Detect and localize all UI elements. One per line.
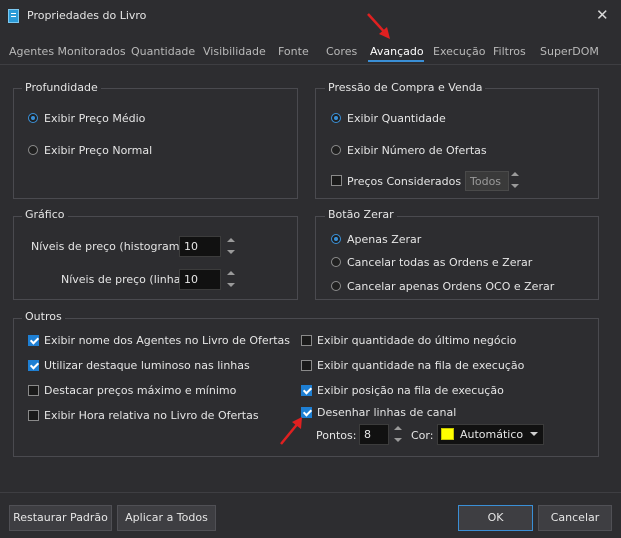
checkbox-destacar-precos[interactable]: [28, 385, 39, 396]
spin-up-icon[interactable]: [227, 271, 235, 275]
precos-considerados-input[interactable]: Todos: [465, 171, 509, 191]
label-posicao-fila[interactable]: Exibir posição na fila de execução: [317, 384, 504, 397]
group-title-pressao: Pressão de Compra e Venda: [325, 82, 486, 94]
label-apenas-zerar[interactable]: Apenas Zerar: [347, 233, 421, 246]
label-niveis-linha: Níveis de preço (linha):: [61, 273, 189, 286]
tab-visibilidade[interactable]: Visibilidade: [203, 45, 266, 58]
checkbox-exibir-nome-agentes[interactable]: [28, 335, 39, 346]
label-cancelar-ordens-oco[interactable]: Cancelar apenas Ordens OCO e Zerar: [347, 280, 554, 293]
spin-down-icon[interactable]: [227, 283, 235, 287]
tab-execucao[interactable]: Execução: [433, 45, 485, 58]
chevron-down-icon[interactable]: [530, 432, 538, 436]
label-destacar-precos[interactable]: Destacar preços máximo e mínimo: [44, 384, 236, 397]
label-precos-considerados[interactable]: Preços Considerados: [347, 175, 461, 188]
radio-apenas-zerar[interactable]: [331, 234, 341, 244]
label-niveis-histograma: Níveis de preço (histograma):: [31, 240, 195, 253]
spin-up-icon[interactable]: [511, 172, 519, 176]
label-exibir-quantidade[interactable]: Exibir Quantidade: [347, 112, 446, 125]
niveis-histograma-input[interactable]: 10: [179, 236, 221, 257]
footer-divider: [0, 492, 621, 493]
label-linhas-canal[interactable]: Desenhar linhas de canal: [317, 406, 456, 419]
checkbox-quantidade-ultimo-negocio[interactable]: [301, 335, 312, 346]
ok-button[interactable]: OK: [458, 505, 533, 531]
radio-exibir-numero-ofertas[interactable]: [331, 145, 341, 155]
pontos-input[interactable]: 8: [359, 424, 389, 445]
tab-avancado[interactable]: Avançado: [370, 45, 424, 58]
close-icon[interactable]: ✕: [596, 8, 609, 23]
window-title: Propriedades do Livro: [27, 9, 147, 22]
label-pontos: Pontos:: [316, 429, 357, 442]
label-exibir-numero-ofertas[interactable]: Exibir Número de Ofertas: [347, 144, 487, 157]
radio-cancelar-todas-ordens[interactable]: [331, 257, 341, 267]
tab-superdom[interactable]: SuperDOM: [540, 45, 599, 58]
spin-down-icon[interactable]: [227, 250, 235, 254]
group-title-grafico: Gráfico: [22, 209, 68, 221]
tabs-divider: [0, 64, 621, 65]
spin-down-icon[interactable]: [394, 438, 402, 442]
book-icon: [8, 9, 19, 23]
group-title-outros: Outros: [22, 311, 65, 323]
checkbox-linhas-canal[interactable]: [301, 407, 312, 418]
checkbox-quantidade-fila[interactable]: [301, 360, 312, 371]
group-title-profundidade: Profundidade: [22, 82, 101, 94]
radio-cancelar-ordens-oco[interactable]: [331, 281, 341, 291]
cancel-button[interactable]: Cancelar: [538, 505, 612, 531]
label-exibir-preco-medio[interactable]: Exibir Preço Médio: [44, 112, 145, 125]
spin-up-icon[interactable]: [227, 238, 235, 242]
apply-to-all-button[interactable]: Aplicar a Todos: [117, 505, 216, 531]
label-quantidade-fila[interactable]: Exibir quantidade na fila de execução: [317, 359, 524, 372]
tab-quantidade[interactable]: Quantidade: [131, 45, 195, 58]
checkbox-hora-relativa[interactable]: [28, 410, 39, 421]
label-cancelar-todas-ordens[interactable]: Cancelar todas as Ordens e Zerar: [347, 256, 532, 269]
checkbox-posicao-fila[interactable]: [301, 385, 312, 396]
radio-exibir-quantidade[interactable]: [331, 113, 341, 123]
checkbox-destaque-luminoso[interactable]: [28, 360, 39, 371]
label-cor: Cor:: [411, 429, 434, 442]
tab-filtros[interactable]: Filtros: [493, 45, 526, 58]
cor-select-value[interactable]: Automático: [460, 428, 523, 441]
niveis-linha-input[interactable]: 10: [179, 269, 221, 290]
group-title-botao-zerar: Botão Zerar: [325, 209, 397, 221]
tab-fonte[interactable]: Fonte: [278, 45, 309, 58]
label-hora-relativa[interactable]: Exibir Hora relativa no Livro de Ofertas: [44, 409, 259, 422]
label-exibir-preco-normal[interactable]: Exibir Preço Normal: [44, 144, 152, 157]
group-grafico: [13, 216, 298, 300]
restore-default-button[interactable]: Restaurar Padrão: [9, 505, 112, 531]
label-quantidade-ultimo-negocio[interactable]: Exibir quantidade do último negócio: [317, 334, 516, 347]
radio-exibir-preco-medio[interactable]: [28, 113, 38, 123]
active-tab-indicator: [368, 60, 424, 62]
label-exibir-nome-agentes[interactable]: Exibir nome dos Agentes no Livro de Ofer…: [44, 334, 290, 347]
label-destaque-luminoso[interactable]: Utilizar destaque luminoso nas linhas: [44, 359, 250, 372]
spin-down-icon[interactable]: [511, 184, 519, 188]
color-swatch: [441, 428, 454, 440]
tab-agentes-monitorados[interactable]: Agentes Monitorados: [9, 45, 126, 58]
spin-up-icon[interactable]: [394, 426, 402, 430]
radio-exibir-preco-normal[interactable]: [28, 145, 38, 155]
tab-cores[interactable]: Cores: [326, 45, 357, 58]
checkbox-precos-considerados[interactable]: [331, 175, 342, 186]
